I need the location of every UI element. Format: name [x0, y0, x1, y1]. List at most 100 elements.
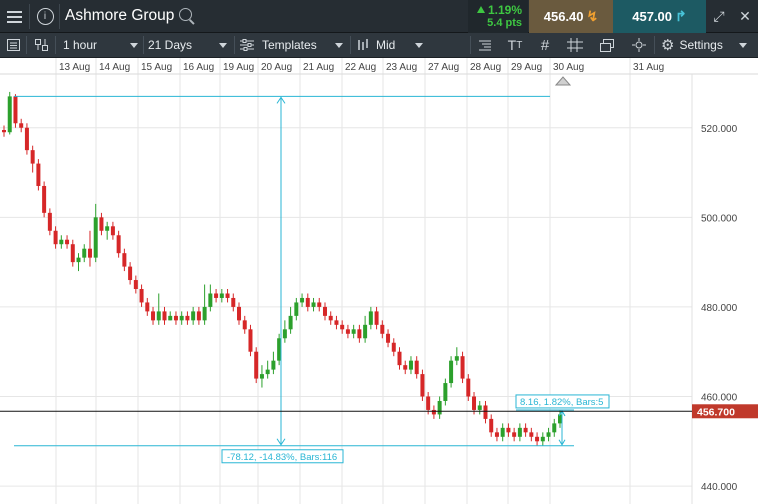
candle-body: [517, 427, 522, 437]
instrument-name[interactable]: Ashmore Group: [65, 7, 174, 25]
candle-body: [494, 432, 499, 437]
price-tick-label: 500.000: [701, 213, 738, 224]
divider: [470, 36, 471, 54]
candle-body: [156, 311, 161, 321]
candle-body: [36, 163, 41, 186]
candle-body: [133, 280, 138, 289]
candle-body: [414, 360, 419, 375]
price-change: 1.19% 5.4 pts: [468, 0, 528, 33]
date-tick-label: 15 Aug: [141, 62, 172, 73]
candle-body: [13, 96, 18, 124]
text-icon[interactable]: TT: [503, 33, 527, 57]
expand-button[interactable]: ⤢: [706, 0, 732, 33]
candles-icon[interactable]: [30, 33, 52, 57]
candle-body: [431, 409, 436, 415]
up-arrow-icon: ↱: [675, 8, 687, 24]
bars-icon: [358, 39, 368, 50]
layout-icon[interactable]: [2, 33, 24, 57]
close-button[interactable]: ✕: [732, 0, 758, 33]
candle-body: [219, 293, 224, 298]
candle-body: [500, 427, 505, 437]
date-tick-label: 31 Aug: [633, 62, 664, 73]
candle-body: [288, 315, 293, 330]
date-tick-label: 13 Aug: [59, 62, 90, 73]
gear-icon: ⚙: [661, 37, 675, 54]
candle-body: [477, 405, 482, 410]
up-triangle-icon: [476, 6, 485, 13]
candle-body: [191, 311, 196, 321]
sell-button[interactable]: 456.40 ↯: [529, 0, 613, 33]
candle-body: [208, 293, 213, 307]
candle-body: [53, 230, 58, 245]
close-icon: ✕: [739, 8, 751, 24]
candle-body: [460, 356, 465, 379]
candle-body: [512, 432, 517, 437]
change-percent-value: 1.19%: [487, 3, 522, 17]
candle-body: [357, 329, 362, 339]
candle-body: [173, 315, 178, 321]
candle-body: [259, 374, 264, 379]
price-tick-label: 480.000: [701, 303, 738, 314]
cursor-icon[interactable]: [627, 33, 651, 57]
indicators-icon[interactable]: [474, 33, 496, 57]
interval-dropdown[interactable]: 1 hour: [63, 33, 143, 57]
candle-body: [403, 365, 408, 370]
expand-icon: ⤢: [713, 8, 725, 24]
divider: [59, 4, 60, 29]
price-badge-label: 456.700: [697, 406, 735, 418]
price-tick-label: 440.000: [701, 482, 738, 493]
divider: [55, 36, 56, 54]
candle-body: [122, 253, 127, 267]
search-icon[interactable]: [179, 8, 192, 21]
candle-body: [506, 427, 511, 433]
candle-body: [466, 378, 471, 397]
date-tick-label: 19 Aug: [223, 62, 254, 73]
range-dropdown[interactable]: 21 Days: [148, 33, 232, 57]
candle-body: [443, 383, 448, 401]
candle-body: [483, 405, 488, 419]
templates-dropdown[interactable]: Templates: [240, 33, 348, 57]
candle-body: [271, 360, 276, 370]
candle-body: [558, 414, 562, 424]
date-axis: 13 Aug 14 Aug 15 Aug 16 Aug 19 Aug 20 Aug 21 A…: [0, 62, 758, 86]
crosshair-icon[interactable]: [562, 33, 588, 57]
buy-button[interactable]: 457.00 ↱: [613, 0, 706, 33]
chart-toolbar: 1 hour 21 Days Templates Mid TT # ⚙ Sett…: [0, 33, 758, 58]
divider: [234, 36, 235, 54]
scroll-marker-icon: [554, 76, 572, 86]
change-points: 5.4 pts: [487, 17, 522, 29]
date-tick-label: 22 Aug: [345, 62, 376, 73]
candle-body: [305, 297, 310, 307]
candle-body: [47, 212, 52, 231]
candle-body: [386, 333, 391, 343]
menu-button[interactable]: [0, 0, 28, 33]
date-tick-label: 21 Aug: [303, 62, 334, 73]
candle-body: [540, 436, 545, 442]
settings-label: Settings: [679, 38, 723, 52]
candle-body: [162, 311, 167, 321]
candle-body: [99, 217, 104, 231]
grid-icon[interactable]: #: [534, 33, 556, 57]
candle-body: [328, 315, 333, 321]
templates-label: Templates: [262, 38, 317, 52]
indicators-icon-graphic: [479, 40, 491, 51]
candle-body: [42, 185, 47, 213]
crosshair-icon-graphic: [567, 38, 583, 52]
date-tick-label: 30 Aug: [553, 62, 584, 73]
candle-body: [7, 96, 12, 133]
candle-body: [300, 297, 305, 303]
candle-body: [420, 374, 425, 397]
date-tick-label: 16 Aug: [183, 62, 214, 73]
settings-dropdown[interactable]: ⚙ Settings: [661, 33, 756, 57]
candle-body: [24, 127, 29, 151]
windows-icon[interactable]: [595, 33, 619, 57]
date-tick-label: 29 Aug: [511, 62, 542, 73]
candle-body: [145, 302, 150, 312]
info-button[interactable]: i: [32, 0, 58, 33]
candle-body: [76, 257, 81, 263]
instrument-header: i Ashmore Group 1.19% 5.4 pts 456.40 ↯ 45…: [0, 0, 758, 33]
candle-body: [214, 293, 219, 298]
measurement-tools[interactable]: -78.12, -14.83%, Bars:116 8.16, 1.82%, Ba…: [14, 95, 610, 464]
price-chart[interactable]: 13 Aug 14 Aug 15 Aug 16 Aug 19 Aug 20 Aug 21 A…: [0, 58, 758, 504]
price-type-dropdown[interactable]: Mid: [357, 33, 427, 57]
